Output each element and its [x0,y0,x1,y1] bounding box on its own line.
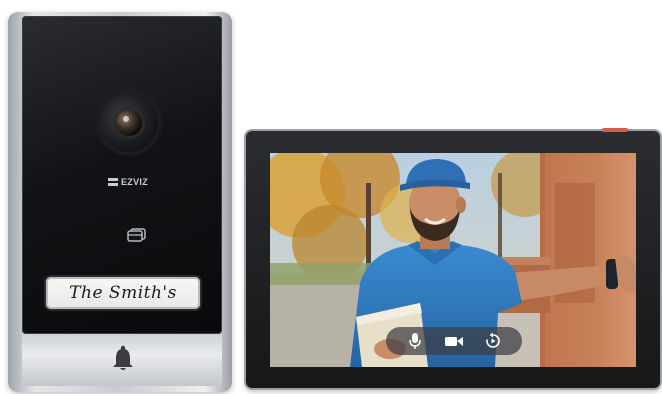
card-reader-icon [127,228,147,242]
call-controls [386,327,522,355]
replay-icon [485,332,500,348]
nameplate: The Smith's [46,277,200,309]
video-camera-icon [444,337,463,346]
doorbell-button[interactable] [22,334,222,386]
brand-name: EZVIZ [121,177,149,187]
nameplate-text: The Smith's [69,283,177,303]
power-button[interactable] [602,128,628,132]
door-station: EZVIZ The Smith's [8,12,232,392]
bell-icon [110,345,136,373]
microphone-icon [409,333,422,349]
indoor-monitor [246,128,660,388]
brand-mark-icon [108,177,118,187]
replay-button[interactable] [483,331,503,351]
camera-lens [116,110,142,136]
camera-lens-icon [100,94,158,152]
video-feed-screen [270,153,636,367]
microphone-button[interactable] [405,331,425,351]
brand-logo: EZVIZ [108,176,160,188]
video-camera-button[interactable] [444,331,464,351]
